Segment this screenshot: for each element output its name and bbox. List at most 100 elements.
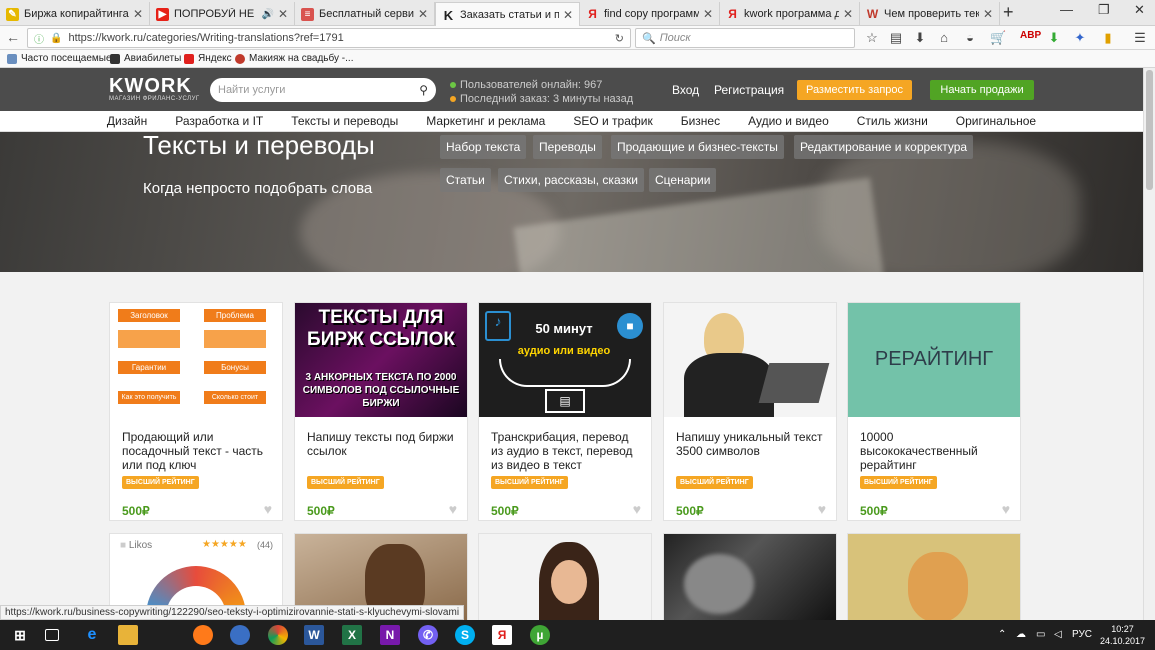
address-bar[interactable]: ⓘ 🔒 https://kwork.ru/categories/Writing-…	[27, 28, 631, 48]
tray-arrow-icon[interactable]: ⌃	[998, 629, 1006, 640]
close-tab-icon[interactable]: ✕	[843, 7, 853, 21]
kwork-card[interactable]	[847, 533, 1021, 623]
speaker-icon[interactable]: 🔊	[261, 9, 273, 20]
chrome-icon[interactable]	[268, 625, 288, 645]
info-icon[interactable]: ⓘ	[34, 31, 44, 46]
heart-icon[interactable]: ♥	[633, 501, 641, 517]
card-title[interactable]: Продающий или посадочный текст - часть и…	[122, 430, 272, 472]
category-texts[interactable]: Тексты и переводы	[291, 114, 398, 128]
reading-list-icon[interactable]: ▤	[888, 30, 904, 46]
card-title[interactable]: 10000 высококачественный рерайтинг	[860, 430, 1010, 472]
subcategory-scripts[interactable]: Сценарии	[649, 168, 717, 192]
category-audio-video[interactable]: Аудио и видео	[748, 114, 829, 128]
extension-icon[interactable]: ⬇	[1046, 30, 1062, 46]
category-original[interactable]: Оригинальное	[956, 114, 1036, 128]
browser-icon[interactable]	[230, 625, 250, 645]
start-selling-button[interactable]: Начать продажи	[930, 80, 1034, 100]
subcategory-poems[interactable]: Стихи, рассказы, сказки	[498, 168, 644, 192]
yandex-browser-icon[interactable]: Я	[492, 625, 512, 645]
kwork-card[interactable]: ТЕКСТЫ ДЛЯ БИРЖ ССЫЛОК 3 АНКОРНЫХ ТЕКСТА…	[294, 302, 468, 521]
close-tab-icon[interactable]: ✕	[133, 7, 143, 21]
close-tab-icon[interactable]: ✕	[983, 7, 993, 21]
home-icon[interactable]: ⌂	[936, 30, 952, 45]
bookmark-star-icon[interactable]: ☆	[864, 30, 880, 46]
onenote-icon[interactable]: N	[380, 625, 400, 645]
system-clock[interactable]: 10:27 24.10.2017	[1100, 623, 1145, 647]
category-dev-it[interactable]: Разработка и IT	[175, 114, 263, 128]
close-tab-icon[interactable]: ✕	[278, 7, 288, 21]
restore-icon[interactable]: ❐	[1098, 2, 1110, 18]
place-request-button[interactable]: Разместить запрос	[797, 80, 912, 100]
bookmark-makeup[interactable]: Макияж на свадьбу -...	[235, 53, 353, 64]
heart-icon[interactable]: ♥	[1002, 501, 1010, 517]
skype-icon[interactable]: S	[455, 625, 475, 645]
subcategory-translations[interactable]: Переводы	[533, 135, 602, 159]
file-explorer-icon[interactable]	[118, 625, 138, 645]
task-view-icon[interactable]	[45, 629, 59, 641]
browser-tab[interactable]: Я kwork программа для ✕	[720, 2, 860, 26]
browser-tab[interactable]: W Чем проверить текст н ✕	[860, 2, 1000, 26]
card-title[interactable]: Транскрибация, перевод из аудио в текст,…	[491, 430, 641, 472]
volume-icon[interactable]: ◁	[1054, 629, 1062, 640]
browser-tab[interactable]: ✎ Биржа копирайтинга о ✕	[0, 2, 150, 26]
bookmark-yandex[interactable]: Яндекс	[184, 53, 232, 64]
excel-icon[interactable]: X	[342, 625, 362, 645]
edge-icon[interactable]: e	[82, 625, 102, 645]
category-lifestyle[interactable]: Стиль жизни	[857, 114, 928, 128]
scrollbar-thumb[interactable]	[1146, 70, 1153, 190]
register-link[interactable]: Регистрация	[714, 83, 784, 97]
page-scrollbar[interactable]	[1143, 68, 1155, 620]
bookmark-frequent[interactable]: Часто посещаемые	[7, 53, 112, 64]
search-icon[interactable]: ⚲	[419, 83, 428, 97]
subcategory-articles[interactable]: Статьи	[440, 168, 491, 192]
close-tab-icon[interactable]: ✕	[418, 7, 428, 21]
close-tab-icon[interactable]: ✕	[563, 8, 573, 22]
browser-tab[interactable]: Я find copy программа д ✕	[580, 2, 720, 26]
download-icon[interactable]: ⬇	[912, 30, 928, 46]
pocket-icon[interactable]: ◒	[962, 30, 978, 45]
site-search-input[interactable]: Найти услуги ⚲	[210, 78, 436, 102]
word-icon[interactable]: W	[304, 625, 324, 645]
network-icon[interactable]: ▭	[1036, 629, 1045, 640]
kwork-card[interactable]: Заголовок Проблема Гарантии Бонусы Как э…	[109, 302, 283, 521]
browser-tab[interactable]: ≡ Бесплатный сервис пр ✕	[295, 2, 435, 26]
language-indicator[interactable]: РУС	[1072, 629, 1092, 640]
kwork-card[interactable]	[478, 533, 652, 623]
browser-tab-active[interactable]: K Заказать статьи и пере ✕	[435, 2, 580, 27]
reload-icon[interactable]: ↻	[615, 32, 624, 45]
kwork-card[interactable]: Напишу уникальный текст 3500 символов ВЫ…	[663, 302, 837, 521]
minimize-icon[interactable]: —	[1060, 2, 1073, 17]
subcategory-typing[interactable]: Набор текста	[440, 135, 527, 159]
tray-app-icon[interactable]: ☁	[1016, 629, 1026, 640]
kwork-logo[interactable]: KWORK МАГАЗИН ФРИЛАНС-УСЛУГ	[109, 76, 200, 102]
close-window-icon[interactable]: ✕	[1134, 2, 1145, 18]
close-tab-icon[interactable]: ✕	[703, 7, 713, 21]
category-seo[interactable]: SEO и трафик	[573, 114, 652, 128]
menu-icon[interactable]: ☰	[1132, 30, 1148, 46]
heart-icon[interactable]: ♥	[449, 501, 457, 517]
heart-icon[interactable]: ♥	[818, 501, 826, 517]
category-marketing[interactable]: Маркетинг и реклама	[426, 114, 545, 128]
heart-icon[interactable]: ♥	[264, 501, 272, 517]
extension-icon[interactable]: ✦	[1072, 30, 1088, 46]
cart-icon[interactable]: 🛒	[990, 30, 1006, 46]
card-title[interactable]: Напишу тексты под биржи ссылок	[307, 430, 457, 458]
card-title[interactable]: Напишу уникальный текст 3500 символов	[676, 430, 826, 458]
bookmark-flag-icon[interactable]: ▮	[1100, 30, 1116, 46]
kwork-card[interactable]: РЕРАЙТИНГ 10000 высококачественный рерай…	[847, 302, 1021, 521]
back-arrow-icon[interactable]: ←	[6, 29, 20, 45]
bookmark-avia[interactable]: Авиабилеты	[110, 53, 181, 64]
utorrent-icon[interactable]: µ	[530, 625, 550, 645]
firefox-icon[interactable]	[193, 625, 213, 645]
subcategory-sales-texts[interactable]: Продающие и бизнес-тексты	[611, 135, 784, 159]
login-link[interactable]: Вход	[672, 83, 699, 97]
browser-search-input[interactable]: 🔍 Поиск	[635, 28, 855, 48]
category-design[interactable]: Дизайн	[107, 114, 147, 128]
kwork-card[interactable]: ♪ ■ 50 минут аудио или видео ▤ Транскриб…	[478, 302, 652, 521]
viber-icon[interactable]: ✆	[418, 625, 438, 645]
new-tab-icon[interactable]: +	[1003, 2, 1014, 23]
subcategory-editing[interactable]: Редактирование и корректура	[794, 135, 974, 159]
kwork-card[interactable]	[663, 533, 837, 623]
browser-tab[interactable]: ▶ ПОПРОБУЙ НЕ ПО 🔊 ✕	[150, 2, 295, 26]
windows-start-icon[interactable]: ⊞	[10, 625, 30, 645]
